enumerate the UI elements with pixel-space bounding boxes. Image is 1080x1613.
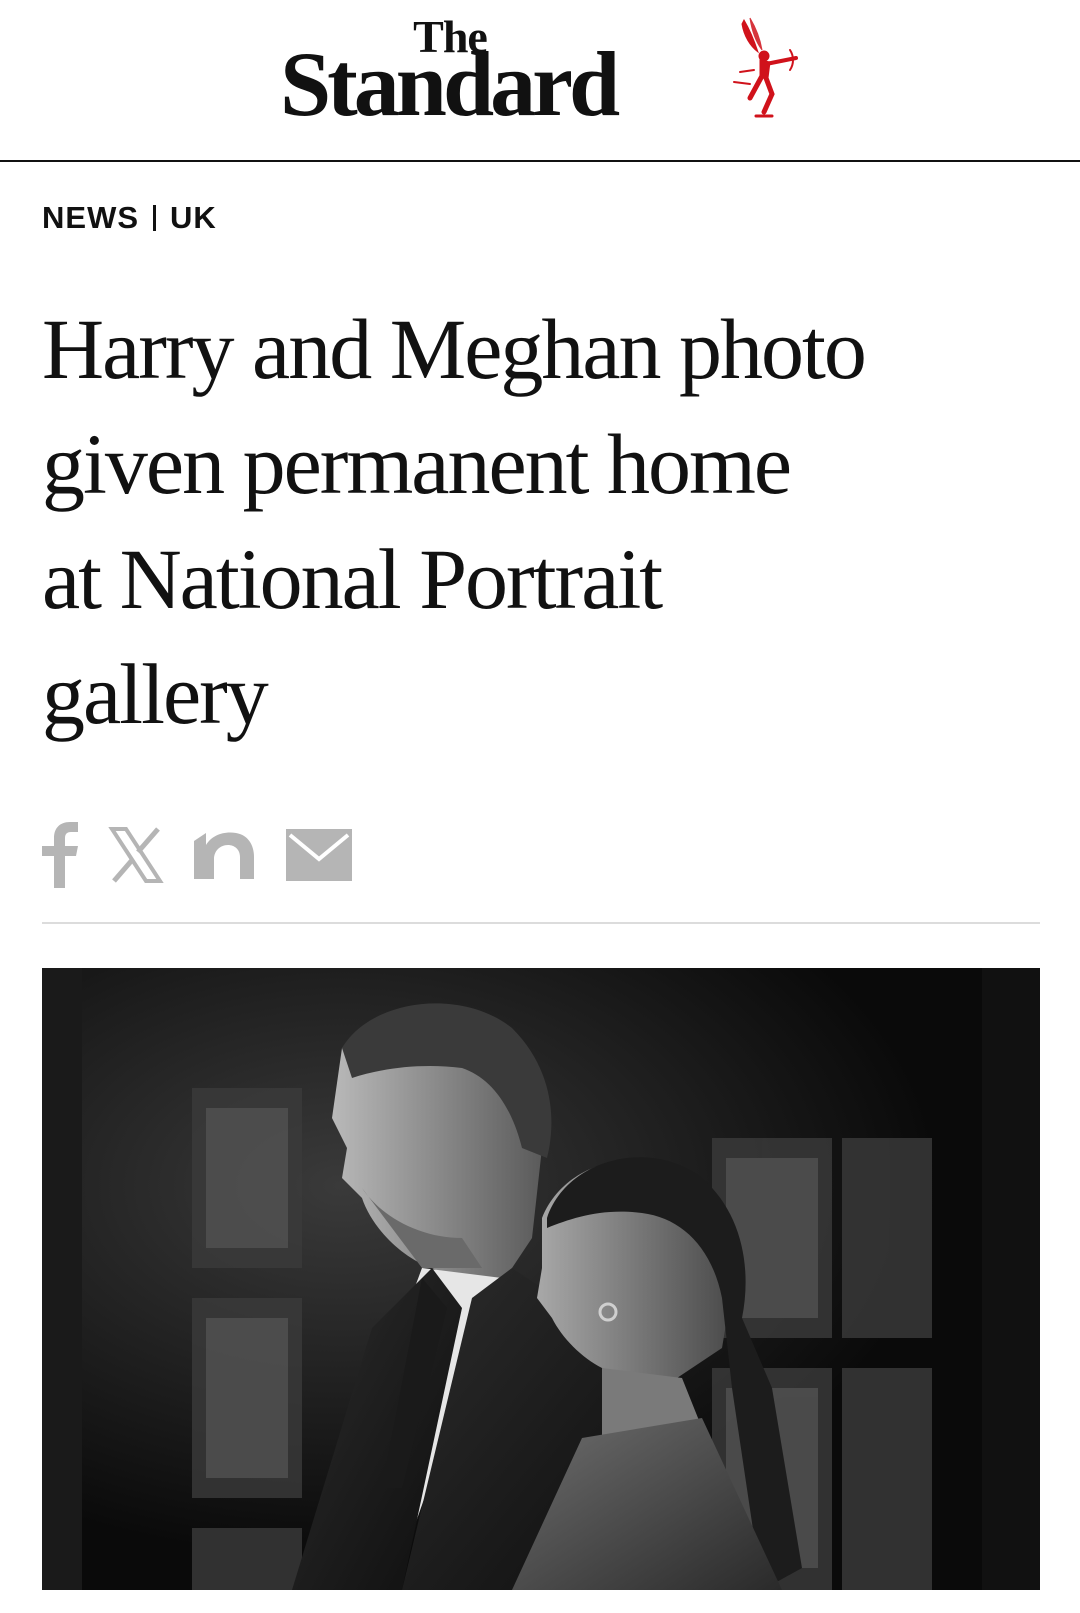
x-icon[interactable] (108, 827, 164, 883)
headline-line: given permanent home (42, 416, 792, 512)
section-breadcrumb: NEWS UK (42, 200, 217, 236)
masthead-logo[interactable]: The Standard (280, 8, 800, 138)
email-icon[interactable] (286, 829, 352, 881)
section-uk-link[interactable]: UK (170, 200, 217, 236)
headline-line: at National Portrait (42, 531, 663, 627)
hero-photo-illustration (42, 968, 1040, 1590)
facebook-icon[interactable] (40, 822, 80, 888)
eros-statue-icon (733, 17, 798, 118)
hero-photo[interactable] (42, 968, 1040, 1590)
headline-line: gallery (42, 646, 269, 742)
site-header: The Standard (0, 0, 1080, 162)
headline-line: Harry and Meghan photo (42, 301, 867, 397)
section-news-link[interactable]: NEWS (42, 200, 139, 236)
divider (42, 922, 1040, 924)
article-headline: Harry and Meghan photo given permanent h… (42, 292, 1042, 752)
masthead-name: Standard (280, 33, 620, 135)
newsnow-icon[interactable] (192, 827, 258, 883)
share-bar (40, 820, 380, 890)
section-divider (153, 205, 156, 231)
